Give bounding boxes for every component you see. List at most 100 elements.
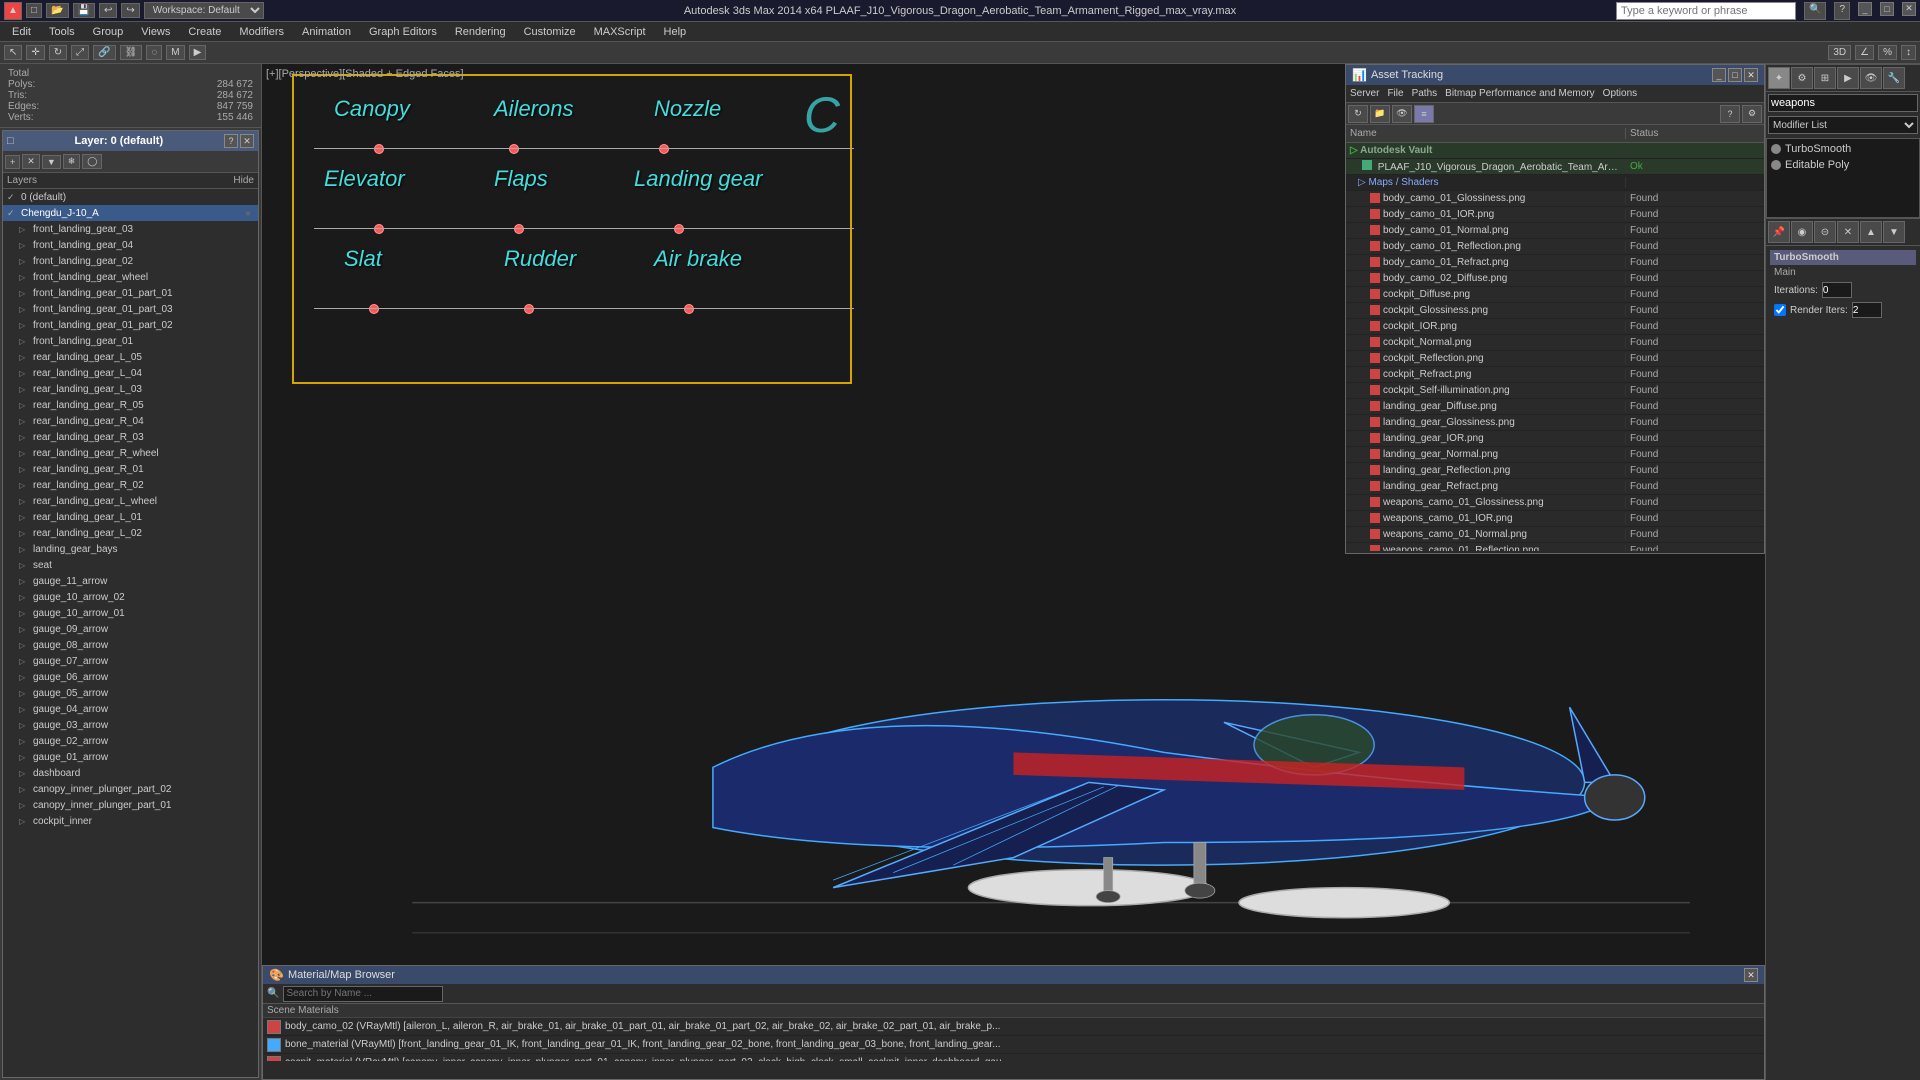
layer-item-8[interactable]: ▷front_landing_gear_01_part_02 [3,317,258,333]
asset-item-16[interactable]: landing_gear_Normal.pngFound [1346,447,1764,463]
render-iters-input[interactable] [1852,302,1882,318]
modifier-list-select[interactable]: Modifier List [1768,116,1918,134]
menu-maxscript[interactable]: MAXScript [586,25,654,39]
asset-help-btn[interactable]: ? [1720,105,1740,123]
menu-help[interactable]: Help [656,25,695,39]
search-btn[interactable]: 🔍 [1804,2,1826,20]
main-file-row[interactable]: PLAAF_J10_Vigorous_Dragon_Aerobatic_Team… [1346,159,1764,175]
layer-item-9[interactable]: ▷front_landing_gear_01 [3,333,258,349]
layer-item-25[interactable]: ▷gauge_10_arrow_02 [3,589,258,605]
asset-menu-file[interactable]: File [1387,88,1403,99]
layer-item-12[interactable]: ▷rear_landing_gear_L_03 [3,381,258,397]
asset-item-22[interactable]: weapons_camo_01_Reflection.pngFound [1346,543,1764,551]
display-icon-btn[interactable]: 👁 [1860,67,1882,89]
active-inactive-btn[interactable]: ⊝ [1814,221,1836,243]
asset-item-12[interactable]: cockpit_Self-illumination.pngFound [1346,383,1764,399]
material-item-0[interactable]: body_camo_02 (VRayMtl) [aileron_L, ailer… [263,1018,1764,1036]
layer-item-33[interactable]: ▷gauge_03_arrow [3,717,258,733]
link-btn[interactable]: 🔗 [93,45,115,60]
asset-view-btn[interactable]: 👁 [1392,105,1412,123]
asset-item-7[interactable]: cockpit_Glossiness.pngFound [1346,303,1764,319]
open-file-btn[interactable]: 📂 [46,3,68,18]
layers-freeze-btn[interactable]: ❄ [63,154,81,169]
modify-icon-btn[interactable]: ⚙ [1791,67,1813,89]
layers-hide-btn[interactable]: ◯ [82,154,102,169]
asset-menu-options[interactable]: Options [1603,88,1637,99]
layer-item-31[interactable]: ▷gauge_05_arrow [3,685,258,701]
material-editor-btn[interactable]: M [166,45,184,60]
asset-item-17[interactable]: landing_gear_Reflection.pngFound [1346,463,1764,479]
turbosmooth-item[interactable]: TurboSmooth [1769,141,1917,157]
material-item-1[interactable]: bone_material (VRayMtl) [front_landing_g… [263,1036,1764,1054]
layer-item-29[interactable]: ▷gauge_07_arrow [3,653,258,669]
layer-item-16[interactable]: ▷rear_landing_gear_R_wheel [3,445,258,461]
move-btn[interactable]: ✛ [26,45,44,60]
render-btn[interactable]: ▶ [189,45,207,60]
layer-item-1[interactable]: ✓Chengdu_J-10_A● [3,205,258,221]
material-search-input[interactable] [283,986,443,1002]
asset-item-1[interactable]: body_camo_01_IOR.pngFound [1346,207,1764,223]
asset-menu-bitmap-perf[interactable]: Bitmap Performance and Memory [1445,88,1595,99]
show-result-btn[interactable]: ◉ [1791,221,1813,243]
layer-item-4[interactable]: ▷front_landing_gear_02 [3,253,258,269]
create-icon-btn[interactable]: ✦ [1768,67,1790,89]
bind-btn[interactable]: ◌ [146,45,162,60]
menu-group[interactable]: Group [85,25,132,39]
menu-customize[interactable]: Customize [516,25,584,39]
motion-icon-btn[interactable]: ▶ [1837,67,1859,89]
layers-new-btn[interactable]: + [5,155,20,169]
asset-item-11[interactable]: cockpit_Refract.pngFound [1346,367,1764,383]
layer-item-28[interactable]: ▷gauge_08_arrow [3,637,258,653]
asset-item-8[interactable]: cockpit_IOR.pngFound [1346,319,1764,335]
minimize-btn[interactable]: _ [1858,2,1872,16]
menu-graph-editors[interactable]: Graph Editors [361,25,445,39]
layer-item-20[interactable]: ▷rear_landing_gear_L_01 [3,509,258,525]
layer-item-30[interactable]: ▷gauge_06_arrow [3,669,258,685]
hierarchy-icon-btn[interactable]: ⊞ [1814,67,1836,89]
layers-add-obj-btn[interactable]: ▼ [42,155,61,169]
asset-item-5[interactable]: body_camo_02_Diffuse.pngFound [1346,271,1764,287]
asset-item-21[interactable]: weapons_camo_01_Normal.pngFound [1346,527,1764,543]
vault-row[interactable]: ▷ Autodesk Vault [1346,143,1764,159]
spinner-snap[interactable]: ↕ [1901,45,1916,60]
asset-menu-paths[interactable]: Paths [1412,88,1438,99]
layer-item-38[interactable]: ▷canopy_inner_plunger_part_01 [3,797,258,813]
layer-item-18[interactable]: ▷rear_landing_gear_R_02 [3,477,258,493]
layer-item-11[interactable]: ▷rear_landing_gear_L_04 [3,365,258,381]
asset-item-2[interactable]: body_camo_01_Normal.pngFound [1346,223,1764,239]
layers-close-btn[interactable]: ✕ [240,134,254,148]
select-btn[interactable]: ↖ [4,45,22,60]
rotate-btn[interactable]: ↻ [49,45,67,60]
menu-create[interactable]: Create [180,25,229,39]
menu-edit[interactable]: Edit [4,25,39,39]
undo-btn[interactable]: ↩ [99,3,117,18]
asset-item-20[interactable]: weapons_camo_01_IOR.pngFound [1346,511,1764,527]
layer-item-5[interactable]: ▷front_landing_gear_wheel [3,269,258,285]
layer-item-7[interactable]: ▷front_landing_gear_01_part_03 [3,301,258,317]
asset-list-btn[interactable]: ≡ [1414,105,1434,123]
layer-item-15[interactable]: ▷rear_landing_gear_R_03 [3,429,258,445]
pin-stack-btn[interactable]: 📌 [1768,221,1790,243]
asset-refresh-btn[interactable]: ↻ [1348,105,1368,123]
menu-tools[interactable]: Tools [41,25,83,39]
save-btn[interactable]: 💾 [73,3,95,18]
asset-item-10[interactable]: cockpit_Reflection.pngFound [1346,351,1764,367]
layer-visibility-1[interactable]: ● [238,208,258,218]
asset-locate-btn[interactable]: 📁 [1370,105,1390,123]
snap-toggle-3d[interactable]: 3D [1828,45,1851,60]
remove-modifier-btn[interactable]: ✕ [1837,221,1859,243]
material-close-btn[interactable]: ✕ [1744,968,1758,982]
menu-views[interactable]: Views [133,25,178,39]
layer-item-21[interactable]: ▷rear_landing_gear_L_02 [3,525,258,541]
maximize-btn[interactable]: □ [1880,2,1894,16]
asset-menu-server[interactable]: Server [1350,88,1379,99]
render-iters-checkbox[interactable] [1774,304,1786,316]
layer-item-13[interactable]: ▷rear_landing_gear_R_05 [3,397,258,413]
asset-item-4[interactable]: body_camo_01_Refract.pngFound [1346,255,1764,271]
layer-item-24[interactable]: ▷gauge_11_arrow [3,573,258,589]
utilities-icon-btn[interactable]: 🔧 [1883,67,1905,89]
asset-item-3[interactable]: body_camo_01_Reflection.pngFound [1346,239,1764,255]
layer-item-2[interactable]: ▷front_landing_gear_03 [3,221,258,237]
asset-item-15[interactable]: landing_gear_IOR.pngFound [1346,431,1764,447]
asset-item-9[interactable]: cockpit_Normal.pngFound [1346,335,1764,351]
